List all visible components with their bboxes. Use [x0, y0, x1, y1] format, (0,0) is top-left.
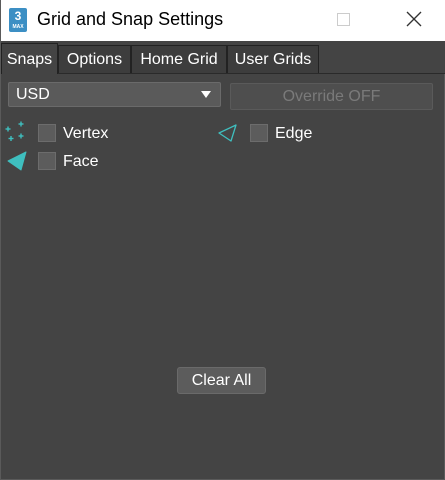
edge-label: Edge	[275, 125, 313, 142]
face-label: Face	[63, 153, 99, 170]
override-button[interactable]: Override OFF	[230, 83, 433, 110]
vertex-icon	[5, 121, 24, 141]
snap-type-dropdown[interactable]: USD	[8, 82, 221, 107]
close-button[interactable]	[391, 0, 437, 41]
vertex-checkbox[interactable]	[38, 124, 56, 142]
app-icon-sub: MAX	[12, 24, 24, 30]
chevron-down-icon	[201, 91, 211, 98]
maximize-icon	[337, 13, 350, 26]
title-bar: 3 MAX Grid and Snap Settings	[1, 0, 445, 41]
clear-all-button[interactable]: Clear All	[177, 367, 266, 394]
tab-divider	[1, 73, 445, 74]
close-icon	[406, 11, 422, 27]
face-icon	[7, 151, 27, 171]
edge-icon	[218, 124, 237, 142]
snap-type-value: USD	[16, 86, 50, 103]
minimize-icon	[293, 19, 303, 21]
tab-home-grid[interactable]: Home Grid	[131, 45, 227, 73]
tab-options[interactable]: Options	[58, 45, 131, 73]
window-title: Grid and Snap Settings	[37, 9, 224, 29]
app-icon: 3 MAX	[9, 8, 27, 32]
tab-snaps[interactable]: Snaps	[1, 43, 58, 74]
grid-snap-settings-window: 3 MAX Grid and Snap Settings Snaps Optio…	[0, 0, 445, 480]
tab-user-grids[interactable]: User Grids	[227, 45, 319, 73]
vertex-label: Vertex	[63, 125, 109, 142]
maximize-button[interactable]	[321, 0, 367, 41]
app-icon-number: 3	[14, 9, 22, 23]
minimize-button[interactable]	[275, 0, 321, 41]
edge-checkbox[interactable]	[250, 124, 268, 142]
face-checkbox[interactable]	[38, 152, 56, 170]
